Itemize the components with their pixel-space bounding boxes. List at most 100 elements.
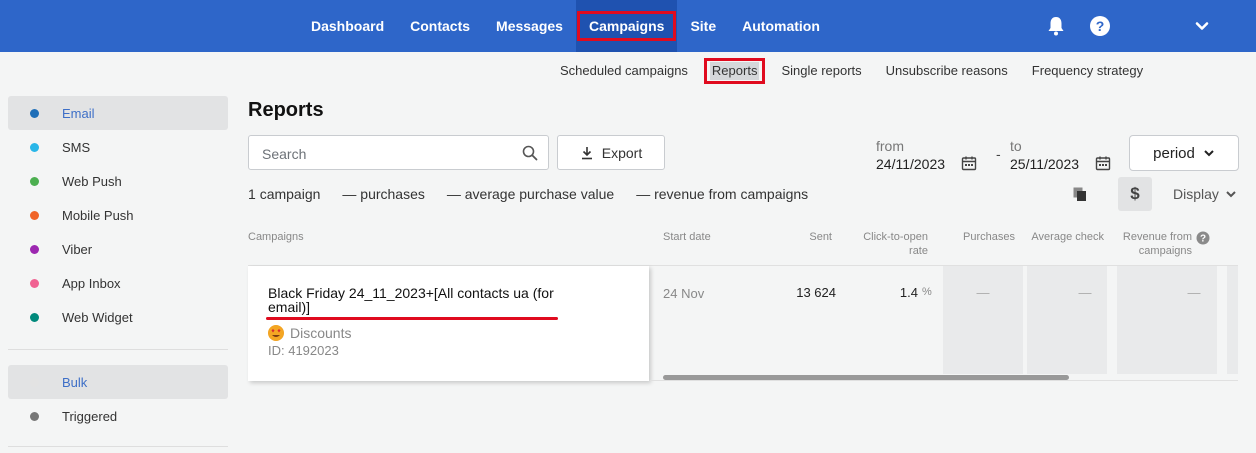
- subnav-reports-label: Reports: [711, 63, 758, 78]
- sidebar-item-label: Triggered: [62, 408, 118, 424]
- purchases-stat: — purchases: [342, 186, 425, 202]
- column-header-start-date[interactable]: Start date: [663, 230, 711, 244]
- sidebar-item-sms[interactable]: SMS: [8, 130, 228, 164]
- type-list: Bulk Triggered: [8, 365, 228, 433]
- nav-campaigns[interactable]: Campaigns: [575, 0, 678, 52]
- column-header-sent[interactable]: Sent: [780, 230, 832, 244]
- nav-automation[interactable]: Automation: [729, 0, 833, 52]
- revenue-column-bg: [1117, 266, 1217, 374]
- chevron-down-icon: [1204, 150, 1214, 157]
- status-dot-icon: [30, 142, 39, 152]
- download-icon: [581, 146, 592, 159]
- average-check-cell: —: [1078, 285, 1092, 300]
- sidebar-item-email[interactable]: Email: [8, 96, 228, 130]
- status-dot-icon: [30, 108, 39, 118]
- subnav-scheduled-campaigns[interactable]: Scheduled campaigns: [548, 56, 700, 86]
- nav-dashboard[interactable]: Dashboard: [298, 0, 397, 52]
- main-nav: Dashboard Contacts Messages Campaigns Si…: [298, 0, 833, 52]
- nav-campaigns-label: Campaigns: [588, 18, 665, 34]
- cto-rate-cell: 1.4: [899, 285, 918, 300]
- nav-contacts[interactable]: Contacts: [397, 0, 483, 52]
- calendar-icon[interactable]: [1095, 155, 1111, 171]
- revenue-cell: —: [1187, 285, 1201, 300]
- subnav-unsubscribe-reasons[interactable]: Unsubscribe reasons: [874, 56, 1020, 86]
- sidebar-item-mobile-push[interactable]: Mobile Push: [8, 198, 228, 232]
- channel-list: Email SMS Web Push Mobile Push Viber App Inbo…: [8, 96, 228, 334]
- sub-nav: Scheduled campaigns Reports Single repor…: [548, 56, 1155, 86]
- sidebar-item-triggered[interactable]: Triggered: [8, 399, 228, 433]
- nav-messages[interactable]: Messages: [483, 0, 576, 52]
- from-label: from: [876, 138, 904, 154]
- sidebar-item-label: Web Widget: [62, 309, 133, 325]
- chevron-down-icon[interactable]: [1195, 19, 1209, 33]
- summary-stats: 1 campaign — purchases — average purchas…: [248, 186, 830, 202]
- extra-column-bg: [1227, 266, 1238, 374]
- sent-cell: 13 624: [796, 285, 836, 300]
- nav-site[interactable]: Site: [677, 0, 729, 52]
- export-button[interactable]: Export: [557, 135, 665, 170]
- average-check-column-bg: [1027, 266, 1107, 374]
- purchases-column-bg: [943, 266, 1023, 374]
- status-dot-icon: [30, 377, 39, 387]
- status-dot-icon: [30, 411, 39, 421]
- sidebar-item-bulk[interactable]: Bulk: [8, 365, 228, 399]
- sidebar-item-label: Mobile Push: [62, 207, 134, 223]
- calendar-icon[interactable]: [961, 155, 977, 171]
- sidebar-item-label: Web Push: [62, 173, 122, 189]
- help-icon[interactable]: ?: [1196, 231, 1210, 245]
- subnav-single-reports[interactable]: Single reports: [769, 56, 873, 86]
- campaign-name[interactable]: Black Friday 24_11_2023+[All contacts ua…: [268, 286, 598, 314]
- currency-toggle-button[interactable]: $: [1118, 177, 1152, 211]
- status-dot-icon: [30, 176, 39, 186]
- period-label: period: [1153, 144, 1195, 162]
- sidebar-item-label: Viber: [62, 241, 93, 257]
- column-header-purchases[interactable]: Purchases: [951, 230, 1015, 244]
- campaign-tag: Discounts: [268, 325, 351, 341]
- subnav-reports[interactable]: Reports: [703, 56, 766, 86]
- status-dot-icon: [30, 312, 39, 322]
- status-dot-icon: [30, 278, 39, 288]
- column-header-revenue[interactable]: Revenue from campaigns: [1110, 230, 1192, 258]
- help-icon[interactable]: ?: [1090, 16, 1110, 36]
- search-input[interactable]: Search: [248, 135, 549, 170]
- campaign-id: ID: 4192023: [268, 343, 339, 358]
- to-date[interactable]: 25/11/2023: [1010, 156, 1079, 172]
- sidebar-item-viber[interactable]: Viber: [8, 232, 228, 266]
- table-row[interactable]: Black Friday 24_11_2023+[All contacts ua…: [248, 266, 649, 381]
- column-header-average-check[interactable]: Average check: [1020, 230, 1104, 244]
- sidebar-item-label: Bulk: [62, 374, 88, 390]
- sidebar-item-app-inbox[interactable]: App Inbox: [8, 266, 228, 300]
- sidebar: Email SMS Web Push Mobile Push Viber App Inbo…: [8, 96, 228, 433]
- page-title: Reports: [248, 99, 324, 121]
- column-header-cto-rate[interactable]: Click-to-open rate: [852, 230, 928, 258]
- sidebar-item-web-push[interactable]: Web Push: [8, 164, 228, 198]
- top-navbar: Dashboard Contacts Messages Campaigns Si…: [0, 0, 1256, 52]
- divider: [8, 349, 228, 350]
- sidebar-item-label: App Inbox: [62, 275, 121, 291]
- sidebar-item-label: SMS: [62, 139, 91, 155]
- copy-icon[interactable]: [1072, 186, 1088, 202]
- column-header-campaigns: Campaigns: [248, 231, 304, 243]
- date-separator: -: [996, 146, 1001, 162]
- status-dot-icon: [30, 210, 39, 220]
- display-dropdown[interactable]: Display: [1173, 186, 1237, 202]
- bell-icon[interactable]: [1047, 16, 1065, 36]
- to-label: to: [1010, 138, 1022, 154]
- divider: [8, 446, 228, 447]
- subnav-frequency-strategy[interactable]: Frequency strategy: [1020, 56, 1155, 86]
- tag-label: Discounts: [290, 325, 352, 341]
- cto-rate-unit: %: [922, 286, 932, 298]
- start-date-cell: 24 Nov: [663, 286, 705, 301]
- highlight-underline: [266, 317, 558, 320]
- search-icon[interactable]: [522, 145, 538, 161]
- period-dropdown[interactable]: period: [1129, 135, 1239, 171]
- star-eyes-emoji-icon: [268, 325, 284, 341]
- divider: [650, 380, 1238, 381]
- svg-text:?: ?: [1200, 234, 1206, 245]
- campaign-count: 1 campaign: [248, 186, 321, 202]
- display-label: Display: [1173, 186, 1219, 202]
- sidebar-item-web-widget[interactable]: Web Widget: [8, 300, 228, 334]
- export-label: Export: [601, 144, 643, 161]
- from-date[interactable]: 24/11/2023: [876, 156, 945, 172]
- revenue-stat: — revenue from campaigns: [636, 186, 809, 202]
